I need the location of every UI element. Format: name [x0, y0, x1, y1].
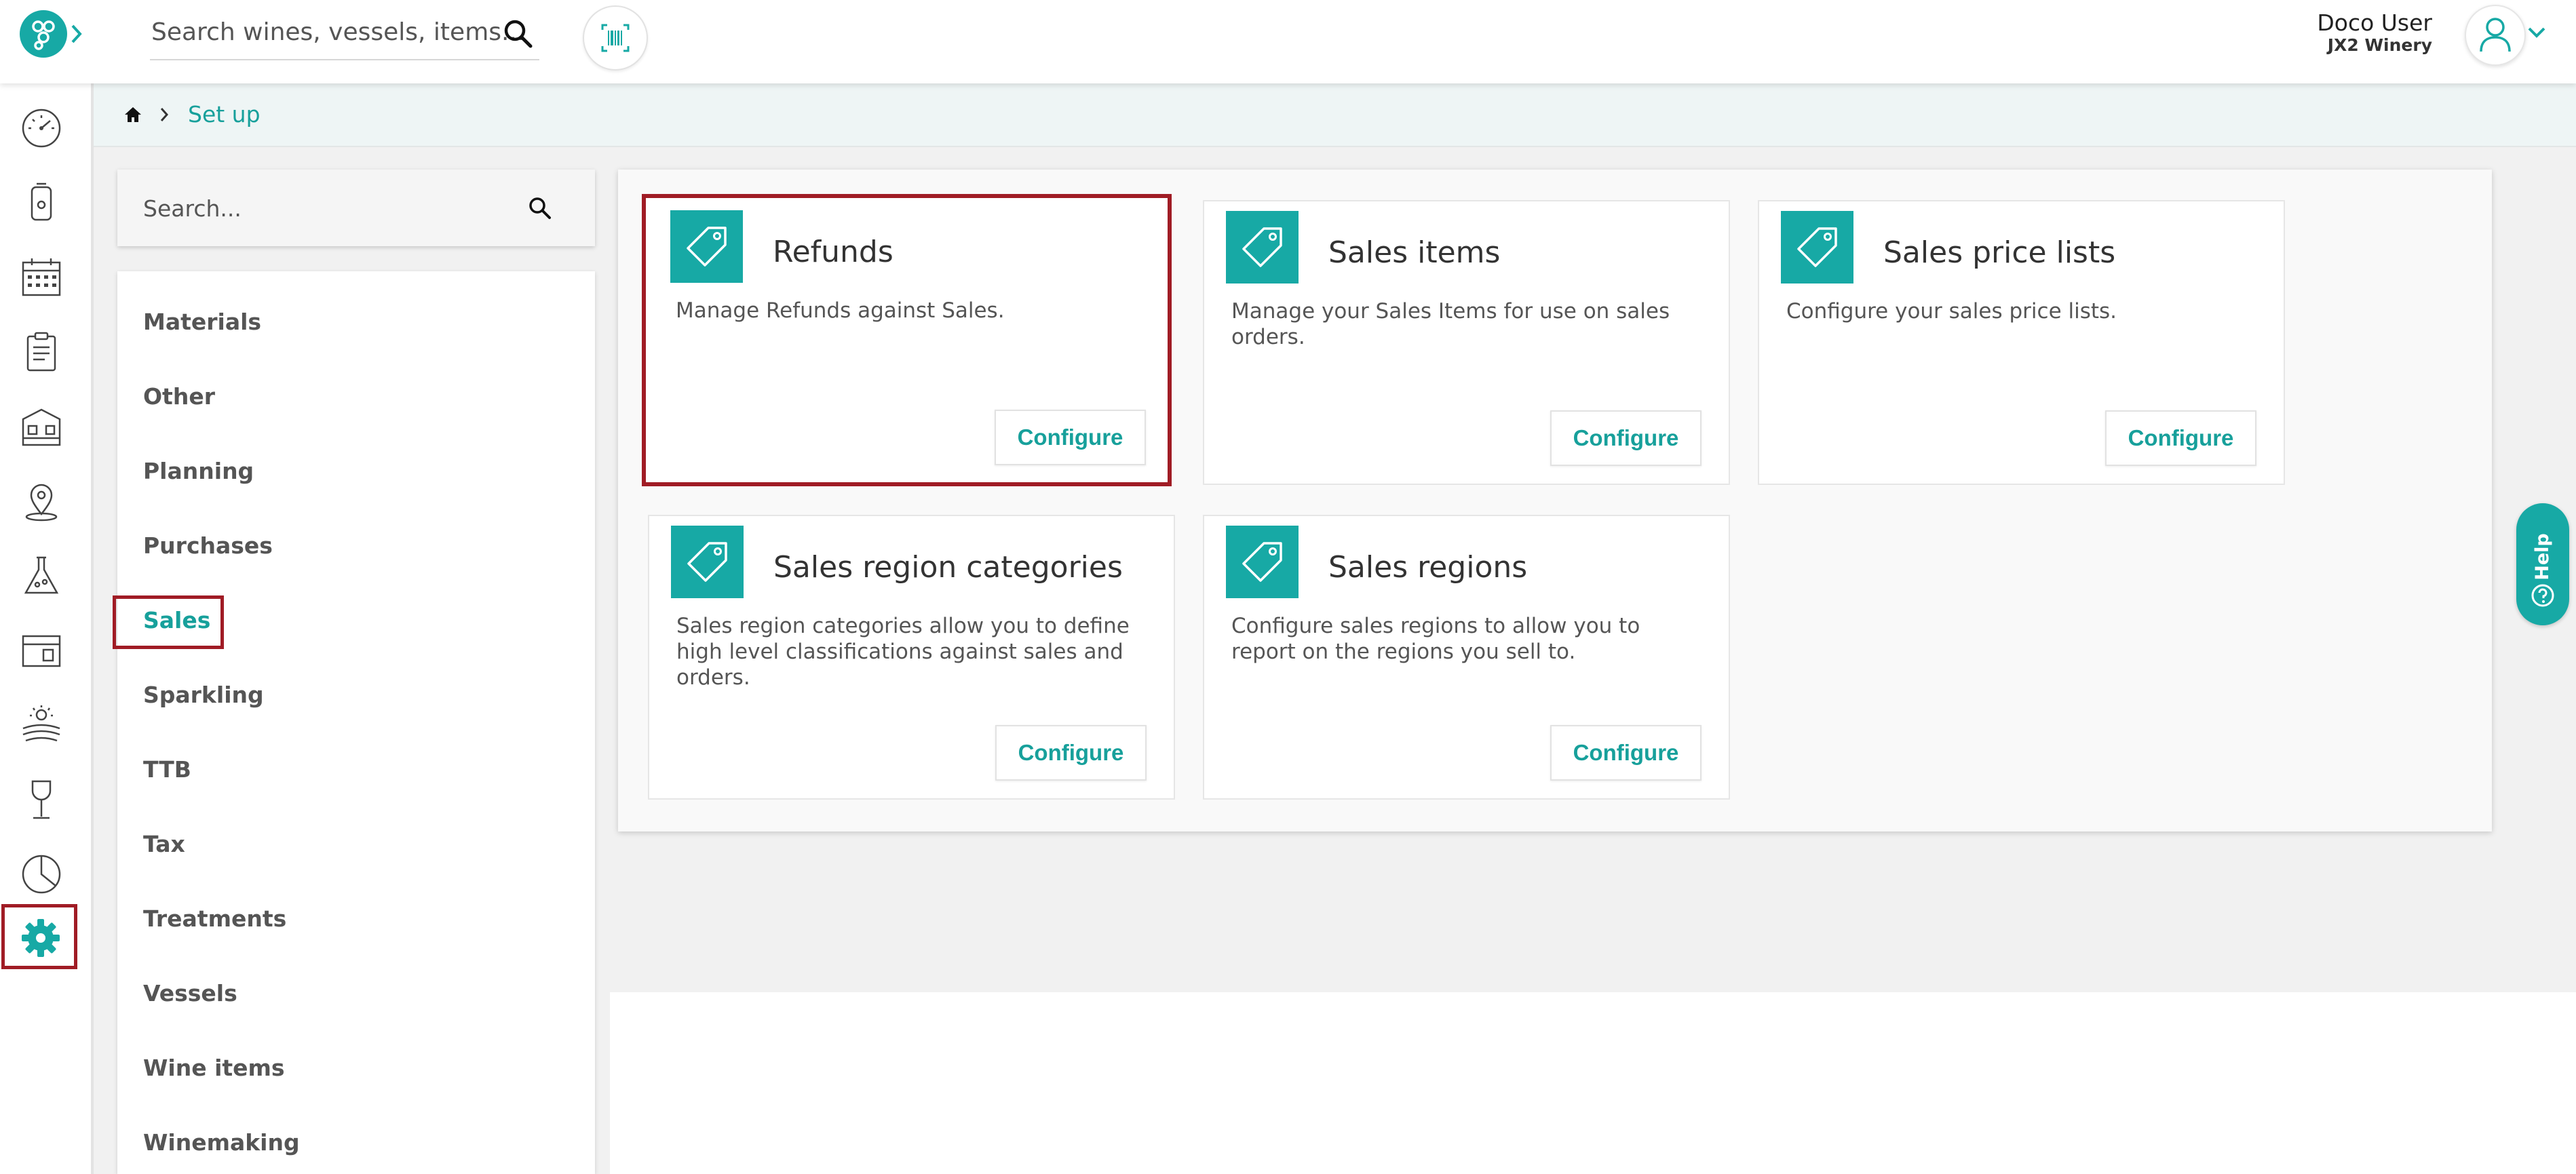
- configure-sales-region-categories-button[interactable]: Configure: [995, 725, 1147, 781]
- category-list: Materials Other Planning Purchases Sales…: [117, 271, 595, 1174]
- setup-cards-panel: Refunds Manage Refunds against Sales. Co…: [618, 170, 2492, 831]
- configure-sales-price-lists-button[interactable]: Configure: [2105, 410, 2256, 466]
- sales-regions-card: Sales regions Configure sales regions to…: [1203, 515, 1730, 800]
- tag-icon: [1242, 227, 1282, 267]
- location-pin-icon[interactable]: [20, 480, 62, 522]
- configure-sales-regions-button[interactable]: Configure: [1550, 725, 1702, 781]
- help-question-icon: [2531, 584, 2554, 607]
- clipboard-icon[interactable]: [20, 331, 62, 373]
- setup-search-placeholder: Search...: [143, 195, 242, 222]
- sales-regions-card-icon: [1226, 526, 1299, 598]
- lab-flask-icon[interactable]: [20, 555, 62, 597]
- user-organization: JX2 Winery: [2327, 35, 2432, 55]
- sales-items-card: Sales items Manage your Sales Items for …: [1203, 200, 1730, 485]
- category-vessels[interactable]: Vessels: [143, 980, 237, 1006]
- user-name: Doco User: [2317, 9, 2432, 36]
- sales-items-card-icon: [1226, 211, 1299, 283]
- chevron-right-icon: [160, 108, 169, 121]
- winery-building-icon[interactable]: [20, 406, 62, 448]
- card-description: Sales region categories allow you to def…: [676, 614, 1130, 690]
- app-logo[interactable]: [20, 10, 67, 58]
- card-description: Configure your sales price lists.: [1786, 299, 2117, 324]
- sales-region-categories-card-icon: [671, 526, 744, 598]
- breadcrumb-current[interactable]: Set up: [188, 101, 261, 128]
- top-bar: Search wines, vessels, items... Doco Use…: [0, 0, 2576, 83]
- category-tax[interactable]: Tax: [143, 831, 185, 857]
- vessel-icon[interactable]: [20, 182, 62, 224]
- global-search-placeholder: Search wines, vessels, items...: [151, 18, 525, 46]
- tag-icon: [1242, 542, 1282, 582]
- card-title: Refunds: [773, 235, 893, 269]
- calendar-icon[interactable]: [20, 256, 62, 298]
- tag-icon: [687, 542, 727, 582]
- tag-icon: [1797, 227, 1837, 267]
- category-planning[interactable]: Planning: [143, 458, 254, 484]
- category-ttb[interactable]: TTB: [143, 756, 191, 783]
- card-description: Manage your Sales Items for use on sales…: [1231, 299, 1670, 349]
- card-title: Sales region categories: [773, 550, 1123, 585]
- barrel-room-icon[interactable]: [20, 629, 62, 671]
- logo-icon: [32, 20, 55, 50]
- help-tab[interactable]: Help: [2516, 503, 2569, 625]
- card-title: Sales regions: [1328, 550, 1528, 585]
- category-wine-items[interactable]: Wine items: [143, 1055, 285, 1081]
- configure-sales-items-button[interactable]: Configure: [1550, 410, 1702, 466]
- barcode-icon: [601, 24, 630, 52]
- sales-price-lists-card-icon: [1781, 211, 1853, 283]
- card-description: Manage Refunds against Sales.: [676, 298, 1005, 323]
- sales-price-lists-card: Sales price lists Configure your sales p…: [1758, 200, 2285, 485]
- reports-pie-chart-icon[interactable]: [20, 853, 62, 895]
- breadcrumb: Set up: [94, 83, 2576, 147]
- vineyard-sun-icon[interactable]: [20, 704, 62, 746]
- category-sparkling[interactable]: Sparkling: [143, 682, 264, 708]
- user-icon: [2480, 18, 2511, 52]
- card-title: Sales price lists: [1883, 235, 2116, 270]
- setup-search-input[interactable]: Search...: [117, 170, 595, 246]
- category-treatments[interactable]: Treatments: [143, 905, 286, 932]
- wine-glass-icon[interactable]: [20, 779, 62, 821]
- category-materials[interactable]: Materials: [143, 309, 261, 335]
- sales-category-highlight: [113, 595, 224, 649]
- refunds-card: Refunds Manage Refunds against Sales. Co…: [642, 194, 1172, 486]
- refunds-card-icon: [670, 210, 743, 283]
- help-label: Help: [2532, 533, 2553, 581]
- dashboard-icon[interactable]: [20, 107, 62, 149]
- gear-icon: [22, 919, 60, 957]
- category-winemaking[interactable]: Winemaking: [143, 1129, 300, 1156]
- home-icon[interactable]: [123, 106, 142, 123]
- category-purchases[interactable]: Purchases: [143, 532, 273, 559]
- sales-region-categories-card: Sales region categories Sales region cat…: [648, 515, 1175, 800]
- setup-nav-item[interactable]: [1, 904, 77, 969]
- card-title: Sales items: [1328, 235, 1501, 270]
- card-description: Configure sales regions to allow you to …: [1231, 614, 1640, 664]
- avatar[interactable]: [2465, 5, 2526, 66]
- global-search-input[interactable]: Search wines, vessels, items...: [150, 12, 539, 60]
- search-icon[interactable]: [527, 195, 553, 221]
- barcode-scan-button[interactable]: [583, 5, 648, 71]
- configure-refunds-button[interactable]: Configure: [995, 410, 1146, 465]
- expand-menu-chevron-icon[interactable]: [69, 22, 84, 45]
- search-icon[interactable]: [501, 17, 535, 51]
- content-background: [610, 992, 2576, 1174]
- category-other[interactable]: Other: [143, 383, 215, 410]
- user-menu-chevron-down-icon[interactable]: [2526, 26, 2547, 39]
- nav-rail: [0, 83, 94, 1174]
- tag-icon: [687, 227, 727, 267]
